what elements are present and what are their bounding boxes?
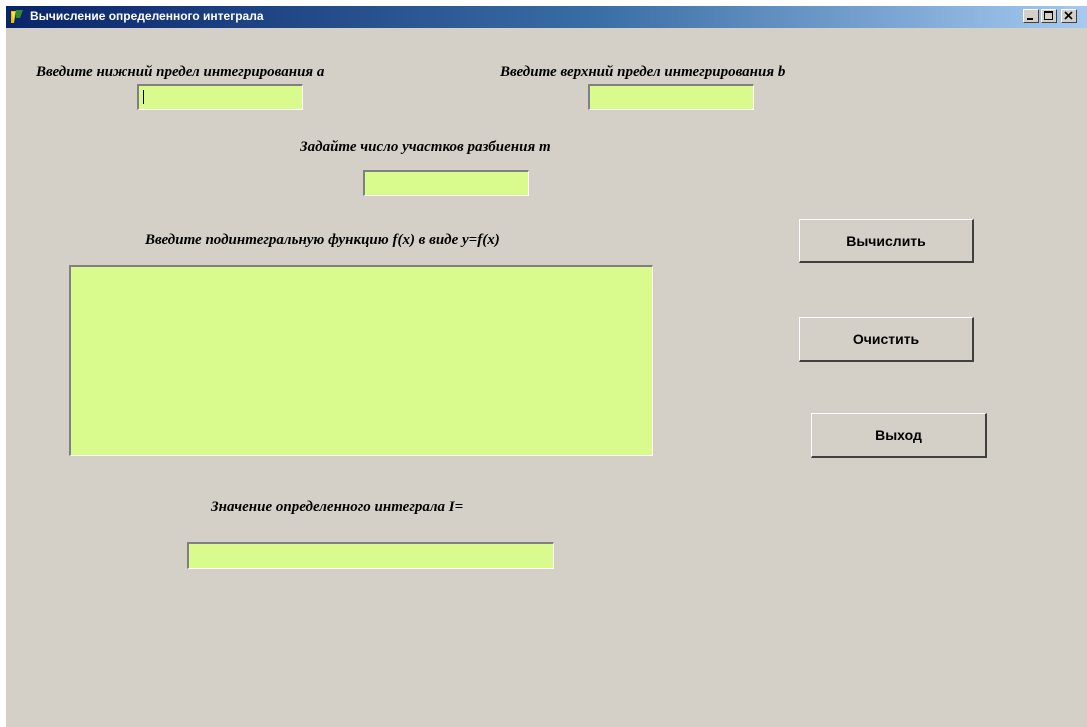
close-icon[interactable]	[1061, 9, 1077, 23]
maximize-icon[interactable]	[1041, 9, 1057, 23]
result-output[interactable]	[187, 542, 554, 569]
function-textarea[interactable]	[69, 265, 653, 456]
app-icon	[8, 8, 26, 26]
partitions-label: Задайте число участков разбиения m	[300, 139, 551, 155]
function-label: Введите подинтегральную функцию f(x) в в…	[145, 232, 500, 248]
text-caret	[143, 90, 144, 104]
title-bar[interactable]: Вычисление определенного интеграла	[6, 6, 1087, 28]
window-title: Вычисление определенного интеграла	[30, 9, 264, 23]
exit-button[interactable]: Выход	[811, 413, 987, 458]
main-window: Вычисление определенного интеграла Введи…	[6, 6, 1087, 727]
upper-limit-label: Введите верхний предел интегрирования b	[500, 64, 786, 80]
lower-limit-label: Введите нижний предел интегрирования a	[36, 64, 325, 80]
minimize-icon[interactable]	[1023, 9, 1039, 23]
result-label: Значение определенного интеграла I=	[211, 499, 464, 515]
upper-limit-input[interactable]	[588, 84, 754, 110]
clear-button[interactable]: Очистить	[799, 317, 974, 362]
lower-limit-input[interactable]	[137, 84, 303, 110]
partitions-input[interactable]	[363, 170, 529, 196]
calculate-button[interactable]: Вычислить	[799, 219, 974, 263]
